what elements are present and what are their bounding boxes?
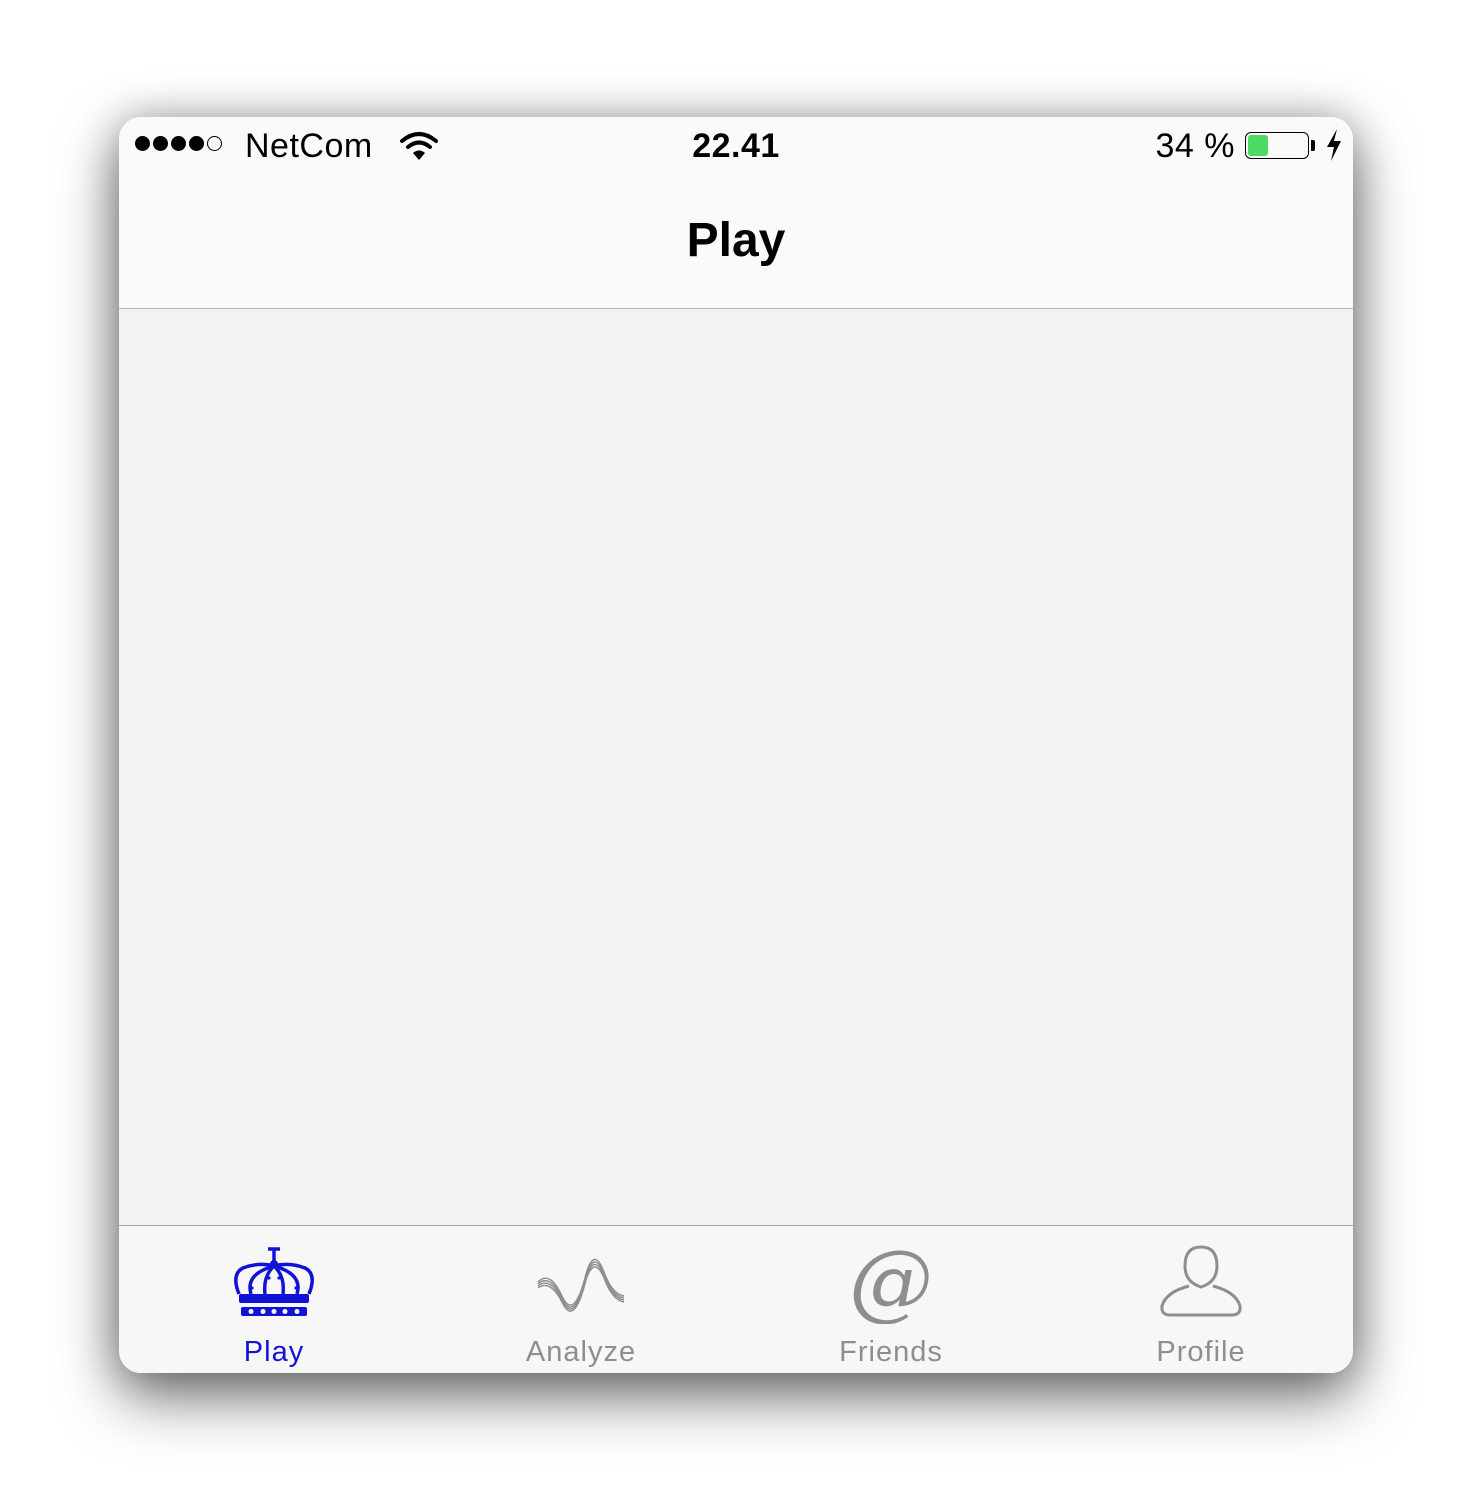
battery-terminal bbox=[1311, 140, 1315, 151]
charging-bolt-icon bbox=[1327, 129, 1341, 161]
main-content-area bbox=[119, 309, 1353, 1225]
tab-bar: Play Analyze @ Friends Profile bbox=[119, 1225, 1353, 1373]
at-sign-icon: @ bbox=[849, 1244, 933, 1324]
status-bar: NetCom 22.41 34 % bbox=[119, 117, 1353, 179]
phone-screen: NetCom 22.41 34 % Play Play Analyze @ Fr… bbox=[119, 117, 1353, 1373]
navigation-header: NetCom 22.41 34 % Play bbox=[119, 117, 1353, 309]
tab-play[interactable]: Play bbox=[119, 1226, 429, 1373]
tab-label: Profile bbox=[1156, 1336, 1246, 1368]
tab-label: Play bbox=[243, 1336, 305, 1368]
battery-icon bbox=[1245, 132, 1309, 159]
crown-icon bbox=[234, 1247, 314, 1316]
tab-label: Friends bbox=[839, 1336, 943, 1368]
tab-label: Analyze bbox=[525, 1336, 637, 1368]
wave-icon bbox=[537, 1258, 625, 1312]
battery-percentage: 34 % bbox=[1155, 127, 1235, 165]
tab-profile[interactable]: Profile bbox=[1046, 1226, 1353, 1373]
tab-analyze[interactable]: Analyze bbox=[426, 1226, 736, 1373]
page-title: Play bbox=[686, 214, 786, 267]
person-icon bbox=[1160, 1245, 1242, 1317]
battery-level-fill bbox=[1248, 135, 1268, 156]
svg-text:@: @ bbox=[849, 1244, 933, 1324]
tab-friends[interactable]: @ Friends bbox=[736, 1226, 1046, 1373]
